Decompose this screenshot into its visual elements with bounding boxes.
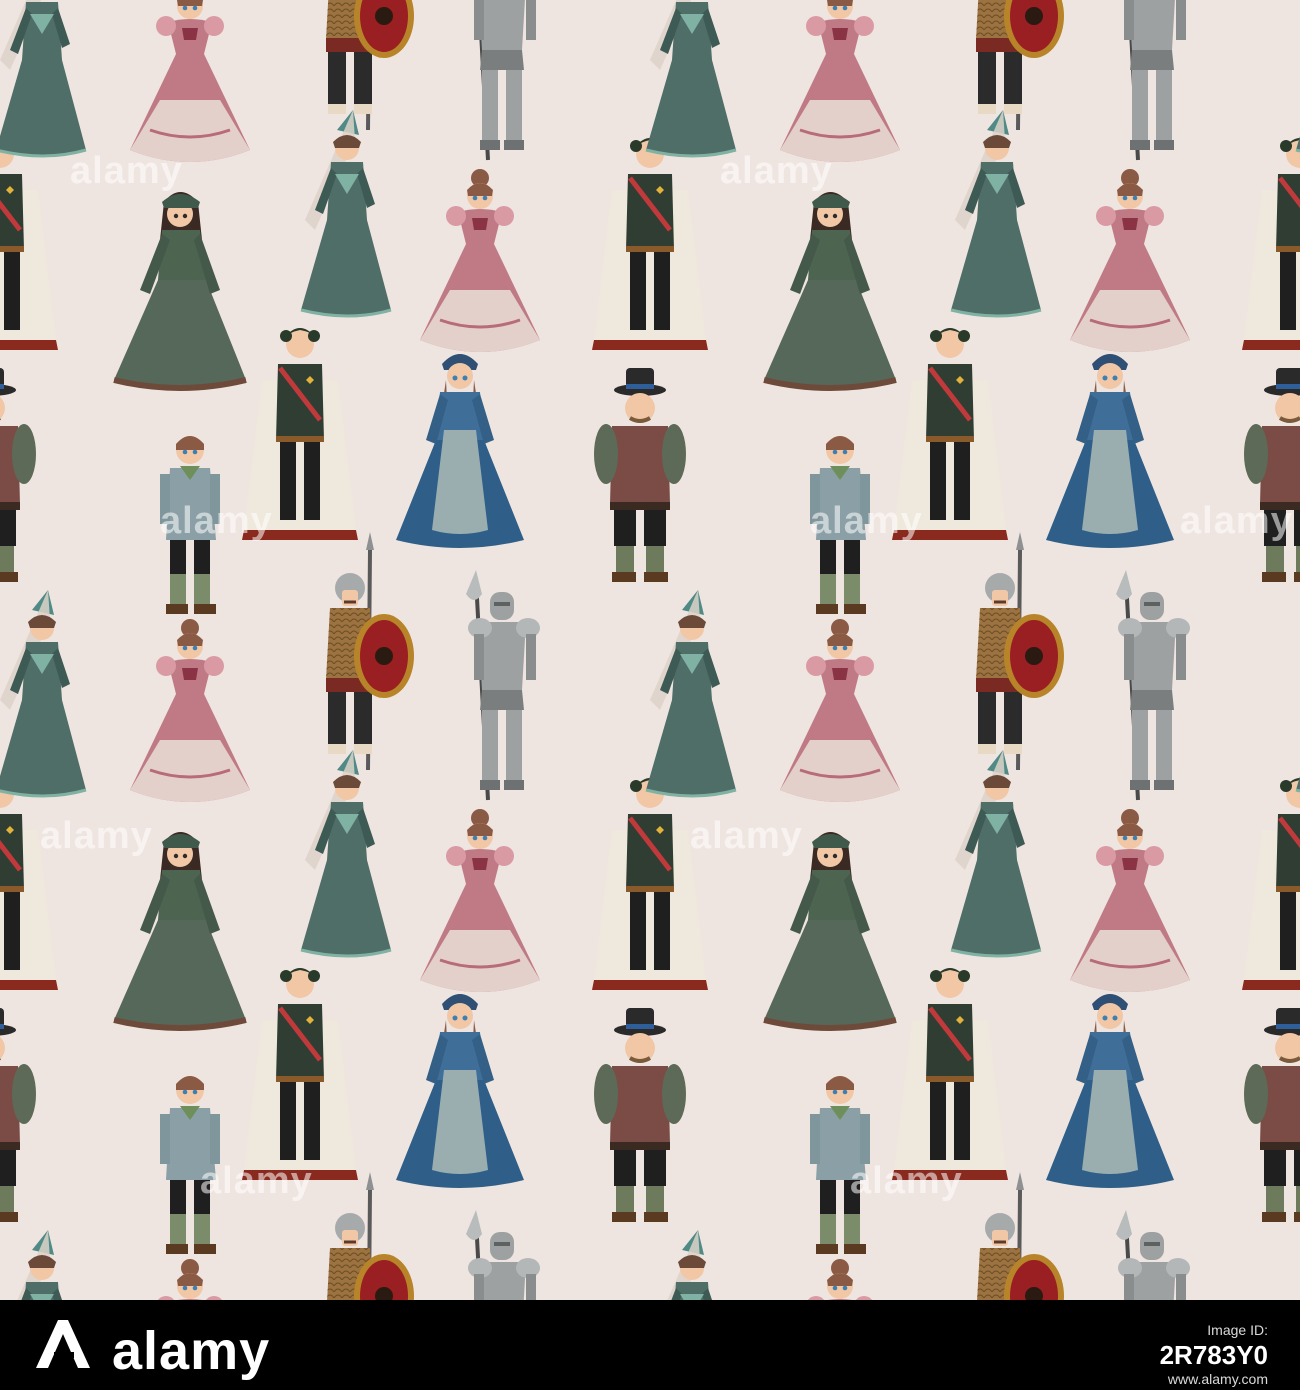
image-url: www.alamy.com: [1167, 1371, 1268, 1387]
image-id-label: Image ID:: [1207, 1322, 1268, 1338]
brand-name: alamy: [112, 1321, 271, 1381]
brand-logo: alamy: [28, 1314, 348, 1381]
pattern-illustration: alamy alamy alamy alamy alamy alamy alamy alamy…: [0, 0, 1300, 1300]
watermark-footer: alamy Image ID: 2R783Y0 www.alamy.com: [0, 1300, 1300, 1390]
image-meta: Image ID: 2R783Y0 www.alamy.com: [1160, 1322, 1268, 1387]
brand-logo-icon: [36, 1320, 90, 1368]
image-id: 2R783Y0: [1159, 1340, 1268, 1370]
medieval-figures-pattern: [0, 0, 1300, 1300]
